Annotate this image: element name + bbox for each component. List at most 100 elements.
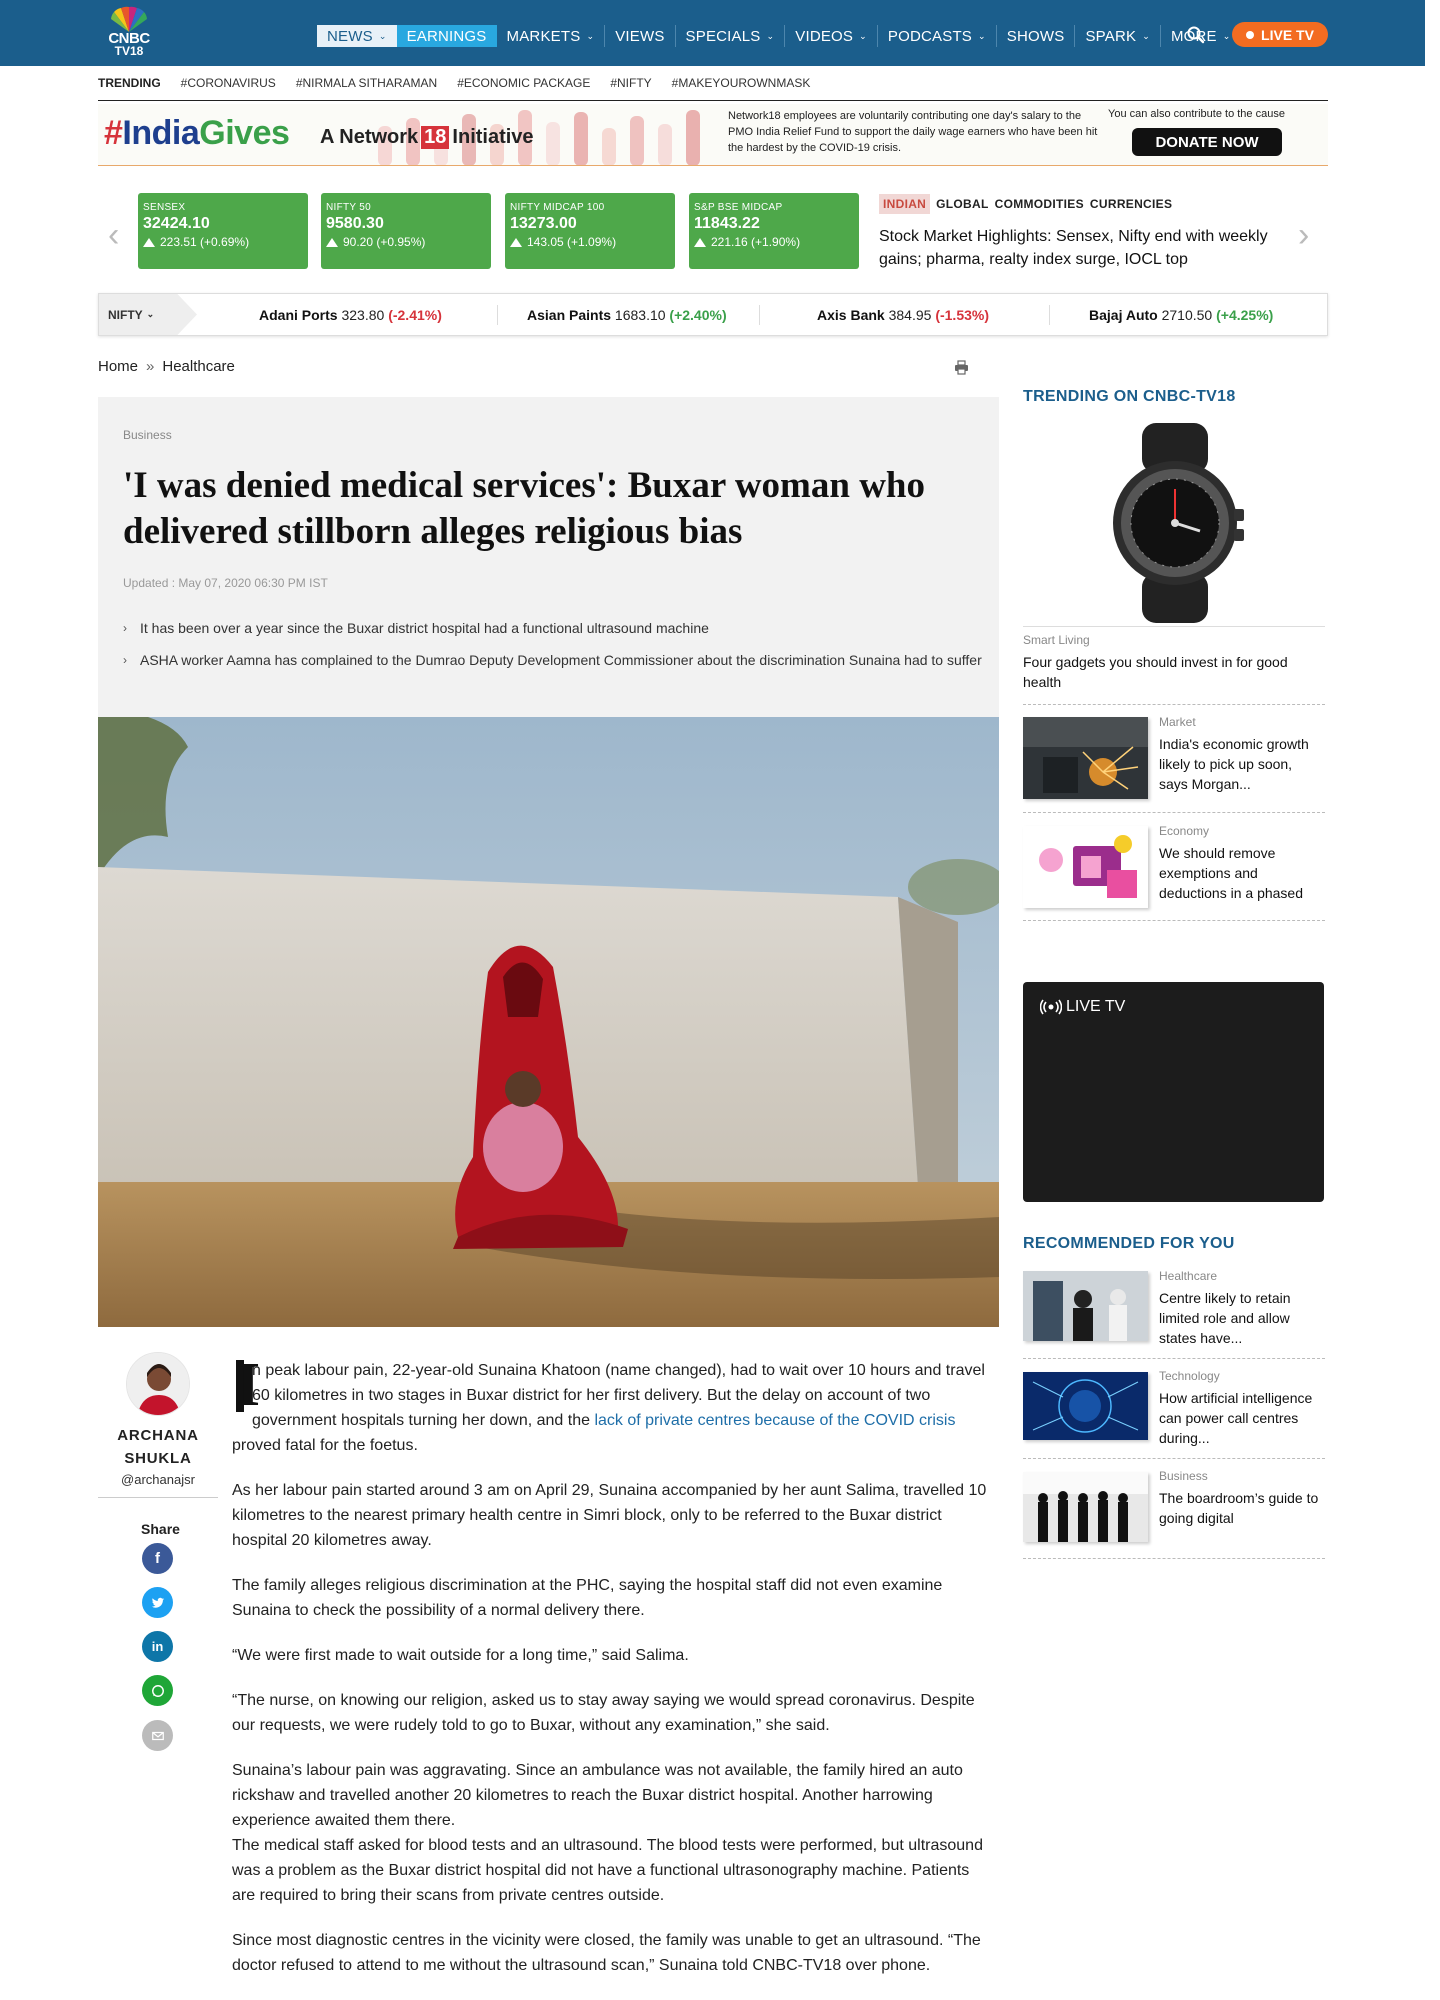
article-paragraph: As her labour pain started around 3 am o… — [232, 1482, 987, 1549]
nav-specials[interactable]: SPECIALS ⌄ — [676, 25, 786, 47]
logo-text-line2: TV18 — [114, 44, 144, 58]
trending-title[interactable]: Four gadgets you should invest in for go… — [1023, 652, 1323, 692]
initiative-text: Initiative — [452, 126, 534, 148]
trending-tag[interactable]: #NIRMALA SITHARAMAN — [296, 76, 437, 90]
banner-message: Network18 employees are voluntarily cont… — [728, 110, 1098, 154]
divider — [1023, 1358, 1325, 1359]
trending-category[interactable]: Market — [1159, 715, 1196, 729]
recommended-thumbnail[interactable] — [1023, 1271, 1148, 1341]
article-paragraph: “We were first made to wait outside for … — [232, 1647, 689, 1664]
nav-podcasts[interactable]: PODCASTS ⌄ — [878, 25, 997, 47]
divider — [98, 100, 1328, 101]
live-tv-button[interactable]: LIVE TV — [1232, 22, 1328, 47]
recommended-category[interactable]: Business — [1159, 1469, 1208, 1483]
email-icon[interactable] — [142, 1720, 173, 1751]
nav-earnings-label: EARNINGS — [406, 27, 487, 45]
market-card-value: 13273.00 — [510, 215, 577, 232]
linkedin-icon[interactable]: in — [142, 1631, 173, 1662]
recommended-category[interactable]: Technology — [1159, 1369, 1220, 1383]
chevron-down-icon: ⌄ — [146, 309, 155, 319]
market-card-value: 9580.30 — [326, 215, 384, 232]
nav-markets[interactable]: MARKETS ⌄ — [497, 25, 606, 47]
trending-title[interactable]: India's economic growth likely to pick u… — [1159, 734, 1324, 794]
market-card-nifty-midcap[interactable]: NIFTY MIDCAP 100 13273.00 143.05 (+1.09%… — [505, 193, 675, 269]
recommended-title[interactable]: Centre likely to retain limited role and… — [1159, 1288, 1324, 1348]
recommended-title[interactable]: How artificial intelligence can power ca… — [1159, 1388, 1324, 1448]
nav-podcasts-label: PODCASTS — [887, 27, 973, 45]
trending-tag[interactable]: #CORONAVIRUS — [181, 76, 276, 90]
ticker-item[interactable]: Axis Bank 384.95 (-1.53%) — [817, 307, 989, 323]
nav-spark[interactable]: SPARK ⌄ — [1075, 25, 1161, 47]
chevron-right-icon: › — [123, 653, 127, 667]
article-paragraph: The family alleges religious discriminat… — [232, 1577, 943, 1619]
breadcrumb-home[interactable]: Home — [98, 358, 138, 375]
peacock-icon — [111, 6, 147, 32]
donate-now-button[interactable]: DONATE NOW — [1132, 128, 1282, 156]
ticker-change: (-2.41%) — [388, 307, 442, 323]
trending-title[interactable]: We should remove exemptions and deductio… — [1159, 843, 1324, 903]
trending-thumbnail[interactable] — [1023, 717, 1148, 799]
trending-category[interactable]: Smart Living — [1023, 633, 1090, 647]
tab-currencies[interactable]: CURRENCIES — [1090, 197, 1172, 211]
cnbc-tv18-logo[interactable]: CNBC TV18 — [100, 4, 158, 58]
recommended-thumbnail[interactable] — [1023, 1472, 1148, 1542]
up-arrow-icon — [326, 237, 338, 247]
paragraph-text: proved fatal for the foetus. — [232, 1437, 418, 1454]
recommended-title[interactable]: The boardroom’s guide to going digital — [1159, 1488, 1324, 1528]
trending-thumbnail[interactable] — [1023, 826, 1148, 908]
market-card-sensex[interactable]: SENSEX 32424.10 223.51 (+0.69%) — [138, 193, 308, 269]
chevron-down-icon: ⌄ — [859, 30, 867, 41]
trending-tag[interactable]: #ECONOMIC PACKAGE — [457, 76, 590, 90]
twitter-icon[interactable] — [142, 1587, 173, 1618]
ticker-item[interactable]: Bajaj Auto 2710.50 (+4.25%) — [1089, 307, 1273, 323]
article-paragraph: In peak labour pain, 22-year-old Sunaina… — [232, 1354, 992, 1458]
chevron-down-icon: ⌄ — [378, 30, 387, 41]
ticker-item[interactable]: Asian Paints 1683.10 (+2.40%) — [527, 307, 727, 323]
article-category[interactable]: Business — [123, 428, 172, 442]
recommended-thumbnail[interactable] — [1023, 1372, 1148, 1440]
tab-commodities[interactable]: COMMODITIES — [995, 197, 1084, 211]
live-tv-player[interactable]: LIVE TV — [1023, 982, 1324, 1202]
nav-news[interactable]: NEWS ⌄ — [317, 25, 397, 47]
nav-shows[interactable]: SHOWS — [997, 25, 1076, 47]
tab-global[interactable]: GLOBAL — [936, 197, 988, 211]
live-tv-label: LIVE TV — [1066, 998, 1126, 1015]
covid-crisis-link[interactable]: lack of private centres because of the C… — [594, 1412, 955, 1429]
trending-tag[interactable]: #MAKEYOUROWNMASK — [672, 76, 811, 90]
live-dot-icon — [1246, 30, 1255, 39]
avatar[interactable] — [126, 1352, 190, 1416]
market-card-bse-midcap[interactable]: S&P BSE MIDCAP 11843.22 221.16 (+1.90%) — [689, 193, 859, 269]
nav-earnings[interactable]: EARNINGS — [396, 25, 497, 47]
market-card-change: 221.16 (+1.90%) — [694, 235, 854, 249]
nav-videos[interactable]: VIDEOS ⌄ — [785, 25, 878, 47]
chevron-down-icon: ⌄ — [586, 30, 595, 41]
recommended-category[interactable]: Healthcare — [1159, 1269, 1217, 1283]
article-paragraph: Sunaina’s labour pain was aggravating. S… — [232, 1762, 963, 1829]
author-handle[interactable]: @archanajsr — [98, 1472, 218, 1487]
index-selector[interactable]: NIFTY ⌄ — [99, 294, 197, 335]
trending-category[interactable]: Economy — [1159, 824, 1209, 838]
smartwatch-image[interactable] — [1090, 423, 1260, 623]
divider — [1023, 1558, 1325, 1559]
breadcrumb-healthcare[interactable]: Healthcare — [162, 358, 235, 375]
market-card-nifty50[interactable]: NIFTY 50 9580.30 90.20 (+0.95%) — [321, 193, 491, 269]
trending-tag[interactable]: #NIFTY — [610, 76, 651, 90]
chevron-right-icon[interactable]: › — [1298, 216, 1309, 255]
chevron-left-icon[interactable]: ‹ — [108, 216, 119, 255]
author-name[interactable]: ARCHANA SHUKLA — [98, 1424, 218, 1470]
india-gives-banner[interactable]: #IndiaGives A Network 18 Initiative Networ… — [98, 104, 1328, 166]
print-icon[interactable] — [954, 360, 969, 375]
article-bullet: › ASHA worker Aamna has complained to the… — [123, 651, 983, 670]
tab-indian[interactable]: INDIAN — [879, 194, 931, 214]
whatsapp-icon[interactable] — [142, 1675, 173, 1706]
market-headline-link[interactable]: Stock Market Highlights: Sensex, Nifty e… — [879, 225, 1279, 271]
nav-shows-label: SHOWS — [1006, 27, 1065, 45]
search-icon[interactable] — [1186, 25, 1206, 45]
facebook-icon[interactable]: f — [142, 1543, 173, 1574]
ticker-change: (-1.53%) — [935, 307, 989, 323]
nav-views[interactable]: VIEWS — [605, 25, 676, 47]
chevron-down-icon: ⌄ — [766, 30, 775, 41]
divider — [1023, 920, 1325, 921]
ticker-item[interactable]: Adani Ports 323.80 (-2.41%) — [259, 307, 442, 323]
recommended-heading: RECOMMENDED FOR YOU — [1023, 1235, 1235, 1252]
